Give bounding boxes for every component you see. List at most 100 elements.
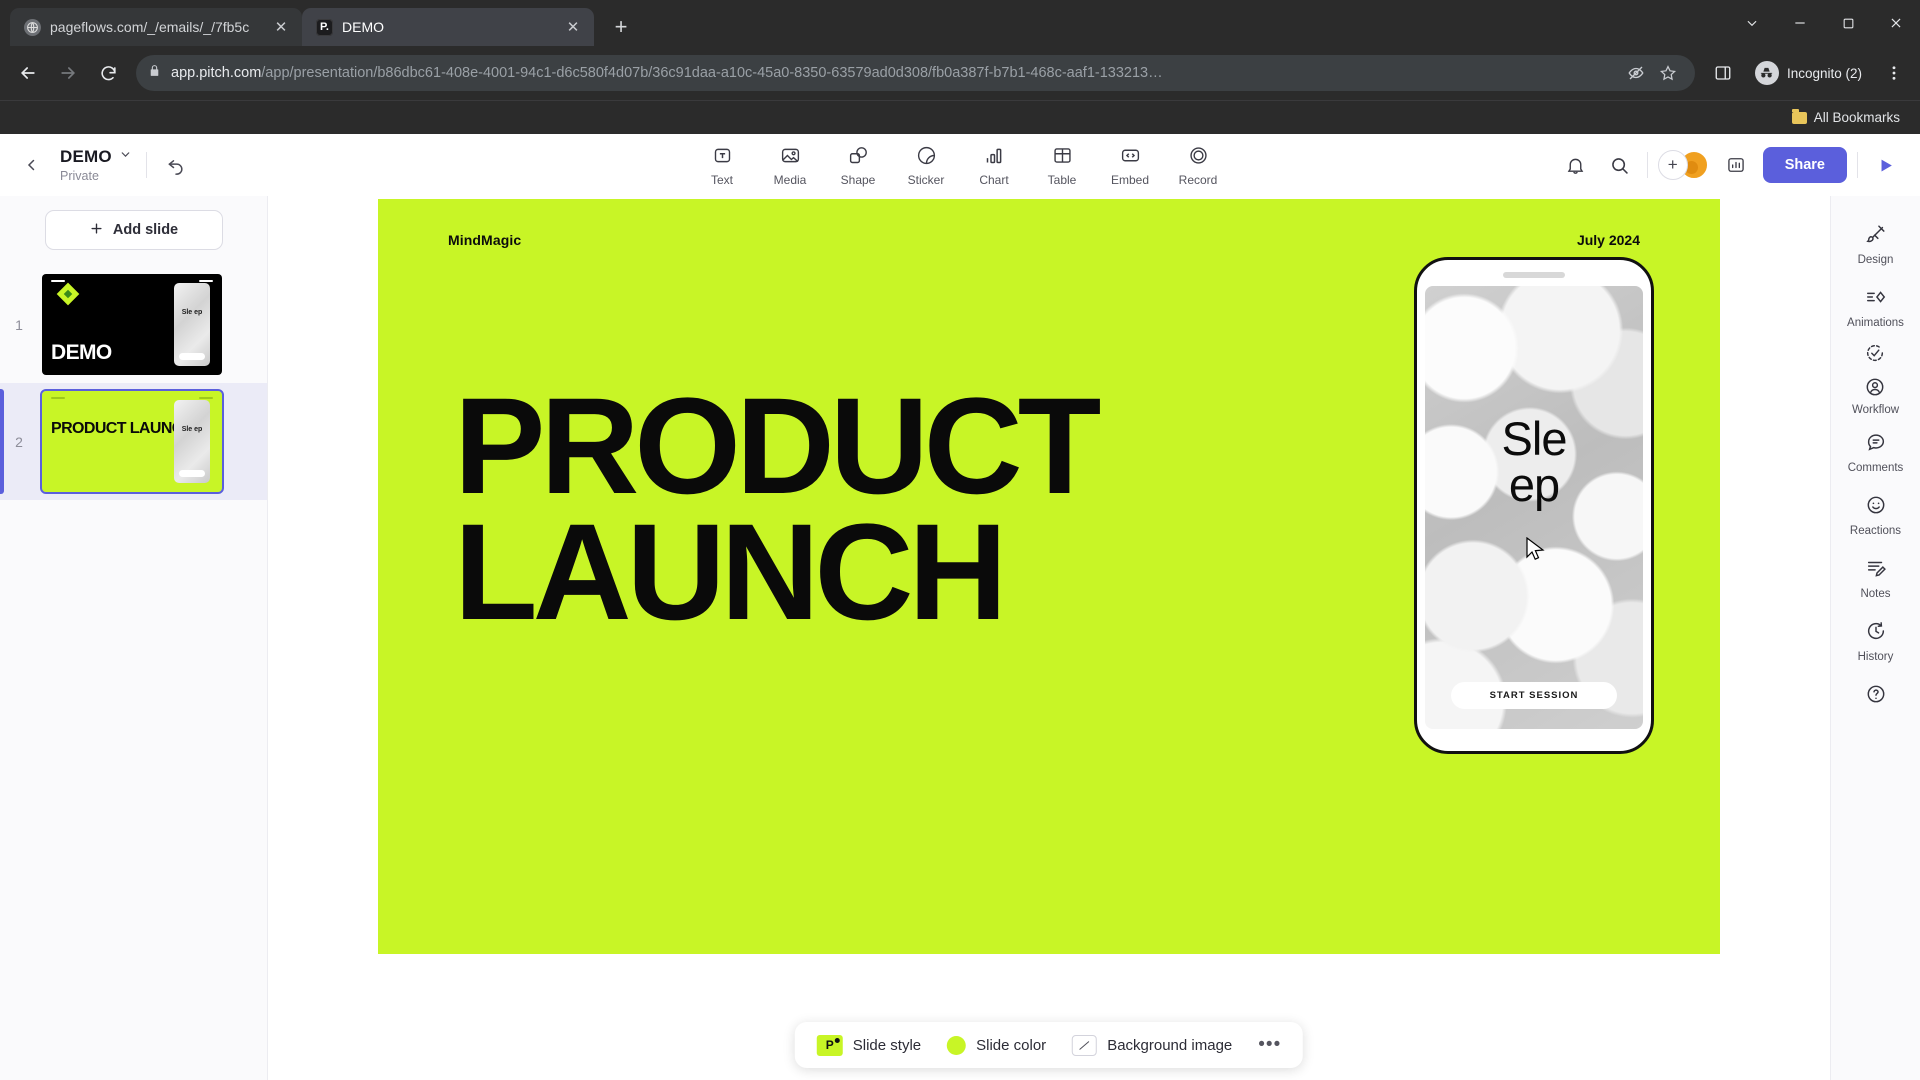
text-icon [712,144,733,168]
thumbnail-preview: DEMO Sle ep [42,274,222,375]
rail-item-history[interactable]: History [1835,607,1917,668]
rail-label: Comments [1847,462,1904,474]
canvas-area[interactable]: MindMagic July 2024 PRODUCT LAUNCH Sle e… [268,196,1830,1080]
headline-line-1: PRODUCT [454,370,1101,523]
browser-tab-2[interactable]: P. DEMO ✕ [302,8,594,46]
rail-label: History [1857,651,1894,663]
start-session-button[interactable]: START SESSION [1451,682,1617,709]
close-window-button[interactable] [1872,0,1920,46]
minimize-button[interactable] [1776,0,1824,46]
profile-label: Incognito (2) [1786,65,1862,81]
forward-icon[interactable] [50,55,86,91]
tab-title: pageflows.com/_/emails/_/7fb5c [50,19,250,35]
slide-thumbnail-2[interactable]: 2 PRODUCT LAUNCH Sle ep [0,383,267,500]
thumb-phone-cta [179,470,205,477]
pitch-app: DEMO Private Text Media Shape Sticker Ch… [0,134,1920,1080]
rail-item-help[interactable] [1835,670,1917,719]
slide-number: 2 [15,433,23,450]
rail-item-workflow[interactable]: Workflow [1852,336,1899,416]
tool-chart[interactable]: Chart [963,140,1025,191]
slide-headline[interactable]: PRODUCT LAUNCH [454,370,1101,641]
rail-item-animations[interactable]: Animations [1835,273,1917,334]
slide-date-label: July 2024 [1576,232,1640,248]
url-text: app.pitch.com/app/presentation/b86dbc61-… [171,65,1611,81]
present-play-icon[interactable] [1868,148,1902,182]
notes-pencil-icon [1857,551,1895,585]
bookmark-star-icon[interactable] [1653,58,1683,88]
collaborators: + [1657,150,1709,180]
search-icon[interactable] [1603,148,1637,182]
browser-tab-1[interactable]: pageflows.com/_/emails/_/7fb5c ✕ [10,8,302,46]
notifications-bell-icon[interactable] [1559,148,1593,182]
color-swatch [947,1035,967,1055]
page-title: DEMO [60,147,112,167]
add-slide-button[interactable]: Add slide [44,210,223,250]
comment-bubble-icon [1857,425,1895,459]
help-question-icon [1857,677,1895,711]
tool-label: Chart [979,172,1009,187]
phone-mockup[interactable]: Sle ep START SESSION [1414,257,1654,754]
browser-menu-icon[interactable] [1878,57,1910,89]
workflow-status-icon[interactable] [1856,336,1894,370]
new-tab-button[interactable]: + [604,10,638,44]
more-options-button[interactable]: ••• [1248,1034,1291,1056]
tool-shape[interactable]: Shape [827,140,889,191]
phone-word-line-1: Sle [1501,412,1568,465]
thumb-phone-word: Sle ep [181,426,203,433]
thumb-title: PRODUCT LAUNCH [51,420,194,437]
rail-item-notes[interactable]: Notes [1835,544,1917,605]
all-bookmarks-button[interactable]: All Bookmarks [1786,107,1906,128]
slide-canvas[interactable]: MindMagic July 2024 PRODUCT LAUNCH Sle e… [378,199,1720,954]
reload-icon[interactable] [90,55,126,91]
tool-record[interactable]: Record [1167,140,1229,191]
tool-sticker[interactable]: Sticker [895,140,957,191]
url-input[interactable]: app.pitch.com/app/presentation/b86dbc61-… [136,55,1695,91]
back-to-workspace-icon[interactable] [18,151,46,179]
divider [145,151,147,178]
slide-number: 1 [15,316,23,333]
profile-chip[interactable]: Incognito (2) [1749,56,1874,90]
lock-icon [148,64,161,82]
chart-icon [984,144,1005,168]
phone-headline: Sle ep [1425,412,1643,508]
slide-color-label: Slide color [976,1036,1047,1054]
tool-table[interactable]: Table [1031,140,1093,191]
toolbar-right: + Share [1482,147,1902,183]
slide-style-button[interactable]: P Slide style [807,1029,931,1062]
close-icon[interactable]: ✕ [270,16,292,38]
tool-text[interactable]: Text [691,140,753,191]
undo-icon[interactable] [161,150,191,180]
rail-item-comments[interactable]: Comments [1835,418,1917,479]
deck-name-row[interactable]: DEMO [60,147,132,167]
rail-item-design[interactable]: Design [1835,210,1917,271]
phone-screen: Sle ep START SESSION [1425,286,1643,729]
smiley-icon [1857,488,1895,522]
share-button[interactable]: Share [1762,147,1847,183]
thumbnail-preview: PRODUCT LAUNCH Sle ep [40,389,224,494]
background-image-button[interactable]: Background image [1062,1029,1242,1062]
close-icon[interactable]: ✕ [562,16,584,38]
workflow-assignee-icon[interactable] [1856,370,1894,404]
slide-color-button[interactable]: Slide color [937,1030,1056,1061]
side-panel-icon[interactable] [1705,55,1741,91]
address-bar: app.pitch.com/app/presentation/b86dbc61-… [0,46,1920,100]
record-icon [1188,144,1209,168]
analytics-icon[interactable] [1719,148,1753,182]
back-icon[interactable] [10,55,46,91]
tool-media[interactable]: Media [759,140,821,191]
pitch-logo-icon: P. [316,18,333,36]
invite-members-button[interactable]: + [1657,150,1688,180]
thumb-phone-mock: Sle ep [174,283,210,366]
tab-search-icon[interactable] [1728,0,1776,46]
hide-incognito-icon[interactable] [1621,58,1651,88]
maximize-button[interactable] [1824,0,1872,46]
slide-thumbnail-1[interactable]: 1 DEMO Sle ep [0,266,267,383]
rail-item-reactions[interactable]: Reactions [1835,481,1917,542]
url-path: /app/presentation/b86dbc61-408e-4001-94c… [261,65,1163,81]
tool-embed[interactable]: Embed [1099,140,1161,191]
tool-label: Embed [1110,172,1150,187]
chevron-down-icon[interactable] [119,148,132,166]
tool-label: Shape [840,172,876,187]
right-rail: Design Animations Workflow Comments Reac… [1830,196,1920,1080]
tool-label: Text [710,172,733,187]
